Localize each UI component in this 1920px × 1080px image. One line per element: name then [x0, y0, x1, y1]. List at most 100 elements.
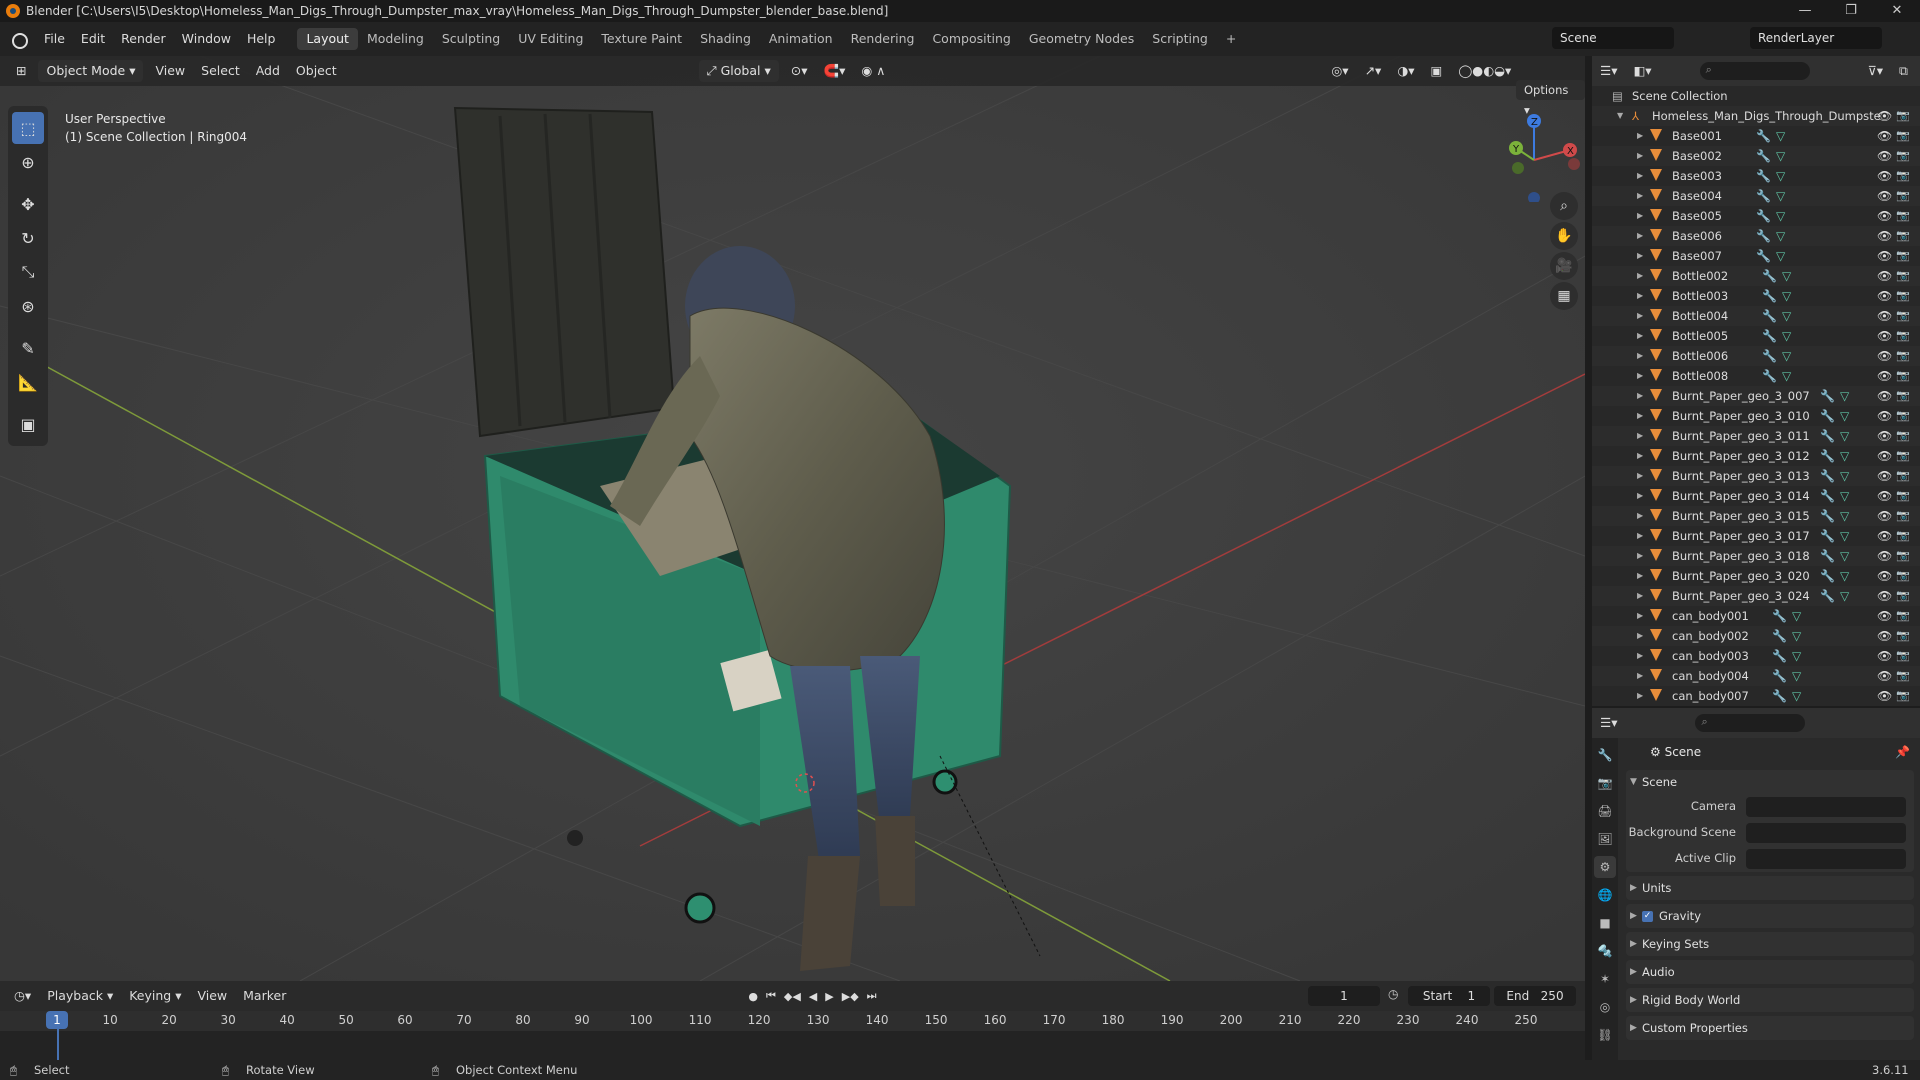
modifier-tab-icon[interactable]: 🔩 — [1594, 940, 1616, 962]
expand-arrow-icon[interactable]: ▶ — [1637, 286, 1643, 306]
output-tab-icon[interactable]: 🖨 — [1594, 800, 1616, 822]
units-panel-header[interactable]: ▶ Units — [1626, 876, 1914, 900]
outliner-item[interactable]: ▶ Burnt_Paper_geo_3_017 🔧 ▽ 👁 📷 — [1592, 526, 1920, 546]
visibility-eye-icon[interactable]: 👁 — [1877, 406, 1892, 426]
visibility-eye-icon[interactable]: 👁 — [1877, 366, 1892, 386]
tab-layout[interactable]: Layout — [297, 28, 358, 50]
menu-view-timeline[interactable]: View — [189, 985, 235, 1007]
mesh-data-icon[interactable]: ▽ — [1776, 246, 1785, 266]
render-camera-icon[interactable]: 📷 — [1896, 186, 1910, 206]
expand-arrow-icon[interactable]: ▶ — [1637, 246, 1643, 266]
modifier-wrench-icon[interactable]: 🔧 — [1820, 466, 1835, 486]
render-camera-icon[interactable]: 📷 — [1896, 166, 1910, 186]
outliner-editor-icon[interactable]: ☰▾ — [1592, 60, 1625, 82]
render-camera-icon[interactable]: 📷 — [1896, 446, 1910, 466]
visibility-eye-icon[interactable]: 👁 — [1877, 286, 1892, 306]
render-camera-icon[interactable]: 📷 — [1896, 466, 1910, 486]
play-icon[interactable]: ▶ — [825, 990, 833, 1003]
outliner-item[interactable]: ▶ Burnt_Paper_geo_3_007 🔧 ▽ 👁 📷 — [1592, 386, 1920, 406]
expand-arrow-icon[interactable]: ▶ — [1637, 346, 1643, 366]
play-reverse-icon[interactable]: ◀ — [809, 990, 817, 1003]
menu-view[interactable]: View — [147, 60, 193, 82]
mesh-data-icon[interactable]: ▽ — [1840, 526, 1849, 546]
modifier-wrench-icon[interactable]: 🔧 — [1820, 406, 1835, 426]
render-camera-icon[interactable]: 📷 — [1896, 546, 1910, 566]
move-icon[interactable]: ✥ — [12, 188, 44, 220]
expand-arrow-icon[interactable]: ▶ — [1637, 566, 1643, 586]
outliner-item[interactable]: ▶ Bottle002 🔧 ▽ 👁 📷 — [1592, 266, 1920, 286]
expand-arrow-icon[interactable]: ▶ — [1637, 426, 1643, 446]
end-frame-field[interactable]: End 250 — [1494, 986, 1576, 1006]
expand-arrow-icon[interactable]: ▶ — [1637, 466, 1643, 486]
tab-modeling[interactable]: Modeling — [358, 28, 433, 50]
navigation-gizmo[interactable]: Z X Y — [1500, 112, 1580, 202]
render-camera-icon[interactable]: 📷 — [1896, 506, 1910, 526]
measure-icon[interactable]: 📐 — [12, 366, 44, 398]
close-button[interactable]: ✕ — [1874, 0, 1920, 22]
proportional-edit-icon[interactable]: ◉ ∧ — [853, 60, 893, 82]
options-dropdown[interactable]: Options ▾ — [1516, 80, 1585, 117]
expand-arrow-icon[interactable]: ▶ — [1637, 366, 1643, 386]
background-scene-field[interactable] — [1746, 823, 1906, 843]
particles-tab-icon[interactable]: ✶ — [1594, 968, 1616, 990]
menu-window[interactable]: Window — [174, 28, 239, 50]
expand-arrow-icon[interactable]: ▶ — [1637, 126, 1643, 146]
tool-tab-icon[interactable]: 🔧 — [1594, 744, 1616, 766]
render-camera-icon[interactable]: 📷 — [1896, 346, 1910, 366]
outliner-item[interactable]: ▶ Base005 🔧 ▽ 👁 📷 — [1592, 206, 1920, 226]
visibility-eye-icon[interactable]: 👁 — [1877, 226, 1892, 246]
properties-search-input[interactable]: ⌕ — [1695, 714, 1806, 732]
mesh-data-icon[interactable]: ▽ — [1782, 306, 1791, 326]
expand-arrow-icon[interactable]: ▼ — [1617, 106, 1623, 126]
outliner-item[interactable]: ▶ Bottle005 🔧 ▽ 👁 📷 — [1592, 326, 1920, 346]
render-camera-icon[interactable]: 📷 — [1896, 106, 1910, 126]
snap-icon[interactable]: 🧲▾ — [816, 60, 854, 82]
mesh-data-icon[interactable]: ▽ — [1792, 626, 1801, 646]
next-keyframe-icon[interactable]: ▶◆ — [842, 990, 859, 1003]
cursor-icon[interactable]: ⊕ — [12, 146, 44, 178]
visibility-eye-icon[interactable]: 👁 — [1877, 326, 1892, 346]
render-camera-icon[interactable]: 📷 — [1896, 286, 1910, 306]
visibility-eye-icon[interactable]: 👁 — [1877, 386, 1892, 406]
menu-playback[interactable]: Playback ▾ — [39, 985, 121, 1007]
outliner-item[interactable]: ▶ can_body007 🔧 ▽ 👁 📷 — [1592, 686, 1920, 706]
outliner-item[interactable]: ▶ can_body003 🔧 ▽ 👁 📷 — [1592, 646, 1920, 666]
rigid-body-world-panel-header[interactable]: ▶ Rigid Body World — [1626, 988, 1914, 1012]
outliner-item[interactable]: ▶ Burnt_Paper_geo_3_013 🔧 ▽ 👁 📷 — [1592, 466, 1920, 486]
tab-compositing[interactable]: Compositing — [923, 28, 1019, 50]
visibility-eye-icon[interactable]: 👁 — [1877, 466, 1892, 486]
outliner-item[interactable]: ▶ Burnt_Paper_geo_3_015 🔧 ▽ 👁 📷 — [1592, 506, 1920, 526]
visibility-eye-icon[interactable]: 👁 — [1877, 546, 1892, 566]
outliner-item[interactable]: ▶ Burnt_Paper_geo_3_020 🔧 ▽ 👁 📷 — [1592, 566, 1920, 586]
mesh-data-icon[interactable]: ▽ — [1776, 126, 1785, 146]
menu-keying[interactable]: Keying ▾ — [121, 985, 189, 1007]
jump-end-icon[interactable]: ⏭ — [867, 989, 877, 1003]
modifier-wrench-icon[interactable]: 🔧 — [1820, 486, 1835, 506]
render-camera-icon[interactable]: 📷 — [1896, 666, 1910, 686]
tab-geometry-nodes[interactable]: Geometry Nodes — [1020, 28, 1143, 50]
visibility-eye-icon[interactable]: 👁 — [1877, 626, 1892, 646]
expand-arrow-icon[interactable]: ▶ — [1637, 486, 1643, 506]
object-tab-icon[interactable]: ■ — [1594, 912, 1616, 934]
render-camera-icon[interactable]: 📷 — [1896, 306, 1910, 326]
modifier-wrench-icon[interactable]: 🔧 — [1762, 306, 1777, 326]
visibility-eye-icon[interactable]: 👁 — [1877, 186, 1892, 206]
render-camera-icon[interactable]: 📷 — [1896, 586, 1910, 606]
modifier-wrench-icon[interactable]: 🔧 — [1762, 346, 1777, 366]
render-camera-icon[interactable]: 📷 — [1896, 626, 1910, 646]
render-tab-icon[interactable]: 📷 — [1594, 772, 1616, 794]
render-camera-icon[interactable]: 📷 — [1896, 426, 1910, 446]
visibility-eye-icon[interactable]: 👁 — [1877, 506, 1892, 526]
visibility-eye-icon[interactable]: 👁 — [1877, 306, 1892, 326]
outliner-item[interactable]: ▶ Base004 🔧 ▽ 👁 📷 — [1592, 186, 1920, 206]
modifier-wrench-icon[interactable]: 🔧 — [1756, 146, 1771, 166]
modifier-wrench-icon[interactable]: 🔧 — [1820, 586, 1835, 606]
add-cube-icon[interactable]: ▣ — [12, 408, 44, 440]
expand-arrow-icon[interactable]: ▶ — [1637, 546, 1643, 566]
visibility-eye-icon[interactable]: 👁 — [1877, 566, 1892, 586]
editor-type-icon[interactable]: ⊞ — [8, 60, 34, 82]
expand-arrow-icon[interactable]: ▶ — [1637, 606, 1643, 626]
modifier-wrench-icon[interactable]: 🔧 — [1762, 366, 1777, 386]
render-camera-icon[interactable]: 📷 — [1896, 606, 1910, 626]
mode-dropdown[interactable]: Object Mode ▾ — [38, 60, 144, 82]
